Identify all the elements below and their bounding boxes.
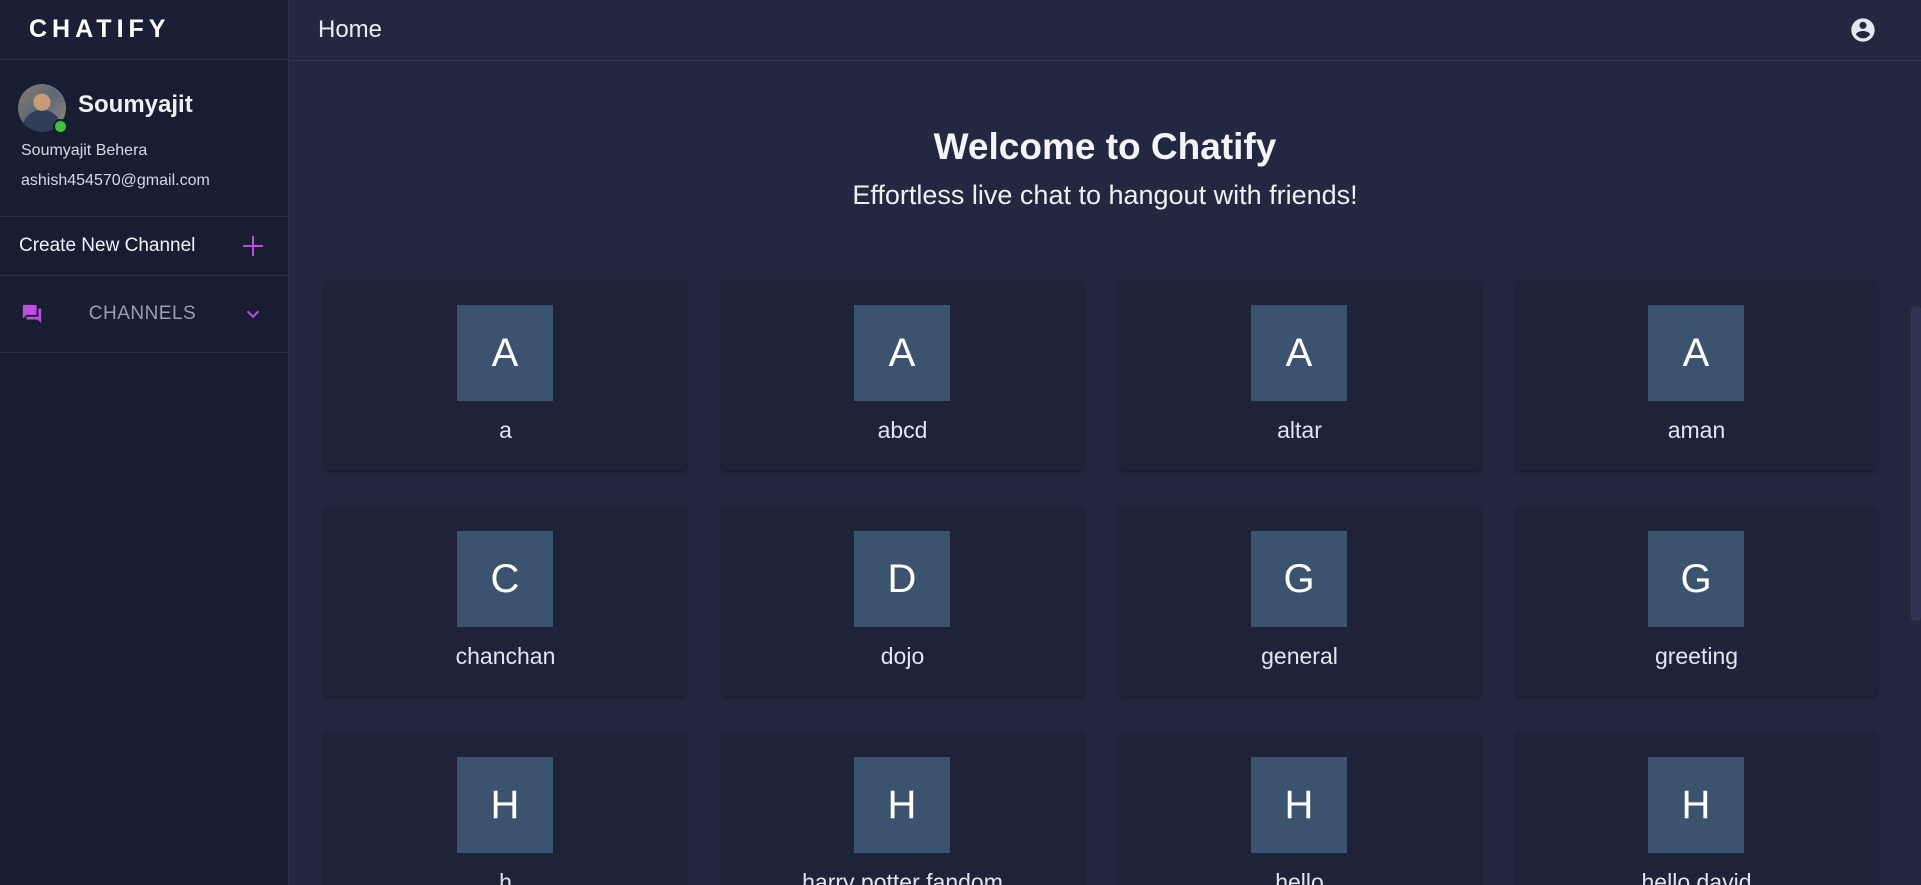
channel-name: general — [1261, 643, 1338, 669]
channel-name: hello david — [1641, 869, 1752, 885]
create-channel-label: Create New Channel — [19, 235, 196, 256]
channel-avatar: H — [1251, 757, 1347, 853]
channels-label: CHANNELS — [88, 303, 197, 324]
channel-avatar: A — [854, 305, 950, 401]
channel-avatar: C — [457, 531, 553, 627]
channel-avatar: A — [1648, 305, 1744, 401]
user-profile: Soumyajit Soumyajit Behera ashish454570@… — [0, 60, 288, 217]
scrollbar[interactable] — [1911, 306, 1921, 621]
channel-name: chanchan — [455, 643, 556, 669]
user-display-name: Soumyajit — [78, 91, 193, 118]
channel-grid: A a A abcd A altar A aman C chanchan D d… — [325, 280, 1877, 885]
channel-avatar: H — [854, 757, 950, 853]
channel-name: greeting — [1654, 643, 1739, 669]
account-circle-icon[interactable] — [1849, 16, 1877, 44]
channel-name: aman — [1667, 417, 1726, 443]
chevron-down-icon[interactable] — [242, 303, 264, 325]
channel-card[interactable]: H hello david — [1516, 732, 1877, 885]
channel-avatar: A — [457, 305, 553, 401]
channel-card[interactable]: G general — [1119, 506, 1480, 696]
channel-card[interactable]: G greeting — [1516, 506, 1877, 696]
user-full-name: Soumyajit Behera — [21, 142, 148, 159]
channel-name: altar — [1277, 417, 1322, 443]
channel-card[interactable]: A abcd — [722, 280, 1083, 470]
channel-name: abcd — [877, 417, 928, 443]
main-content: Welcome to Chatify Effortless live chat … — [289, 61, 1921, 885]
channel-name: harry potter fandom — [802, 869, 1003, 885]
channel-card[interactable]: D dojo — [722, 506, 1083, 696]
welcome-title: Welcome to Chatify — [933, 126, 1277, 167]
channel-avatar: H — [457, 757, 553, 853]
channel-card[interactable]: A a — [325, 280, 686, 470]
channel-name: dojo — [880, 643, 925, 669]
channel-card[interactable]: A altar — [1119, 280, 1480, 470]
channels-dropdown[interactable]: CHANNELS — [0, 276, 288, 353]
avatar[interactable] — [18, 84, 68, 134]
create-channel-button[interactable]: Create New Channel — [0, 217, 288, 276]
brand-logo[interactable]: CHATIFY — [0, 0, 288, 60]
channel-name: h — [499, 869, 512, 885]
channel-name: hello — [1275, 869, 1324, 885]
channel-card[interactable]: C chanchan — [325, 506, 686, 696]
forum-icon — [22, 304, 42, 324]
page-title: Home — [318, 16, 383, 43]
top-bar: Home — [289, 0, 1921, 61]
channel-avatar: H — [1648, 757, 1744, 853]
channel-avatar: G — [1251, 531, 1347, 627]
channel-avatar: A — [1251, 305, 1347, 401]
online-status-indicator — [53, 119, 68, 134]
channel-name: a — [499, 417, 512, 443]
channel-card[interactable]: H harry potter fandom — [722, 732, 1083, 885]
channel-card[interactable]: A aman — [1516, 280, 1877, 470]
sidebar: CHATIFY Soumyajit Soumyajit Behera ashis… — [0, 0, 289, 885]
welcome-subtitle: Effortless live chat to hangout with fri… — [852, 180, 1358, 210]
channel-avatar: G — [1648, 531, 1744, 627]
channel-card[interactable]: H h — [325, 732, 686, 885]
channel-avatar: D — [854, 531, 950, 627]
user-email: ashish454570@gmail.com — [21, 172, 210, 189]
channel-card[interactable]: H hello — [1119, 732, 1480, 885]
plus-icon[interactable] — [242, 235, 264, 257]
